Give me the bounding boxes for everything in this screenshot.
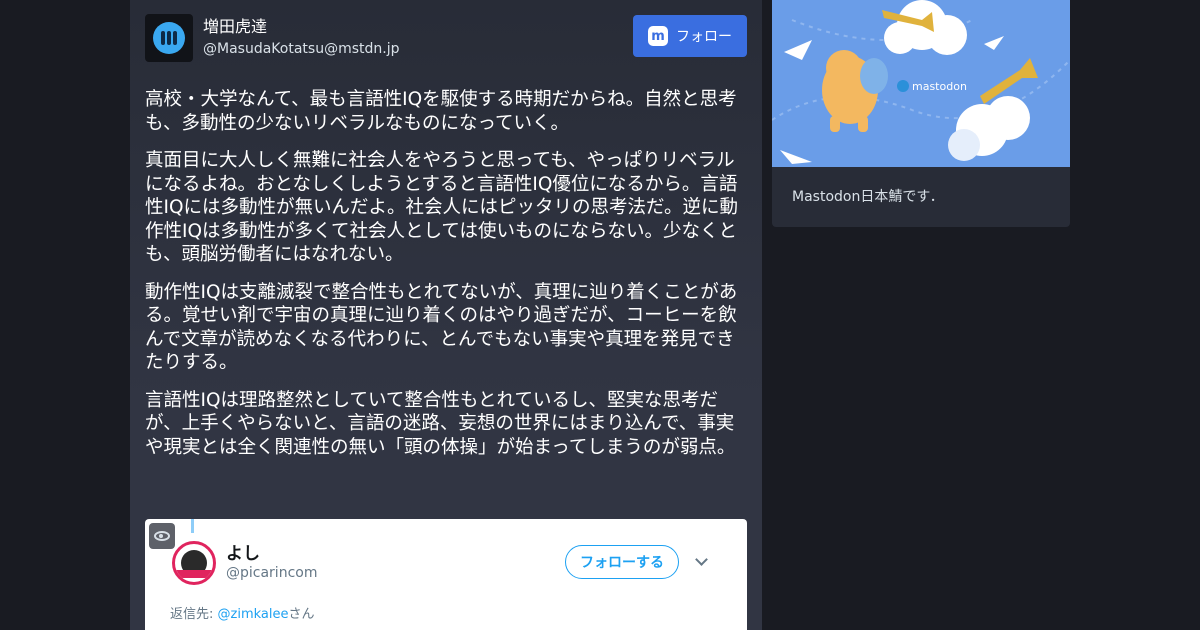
svg-text:mastodon: mastodon xyxy=(912,80,967,93)
media-attachment[interactable]: よし @picarincom フォローする 返信先: @zimkaleeさん xyxy=(145,519,747,630)
instance-card: mastodon Mastodon日本鯖です． xyxy=(772,0,1070,227)
tweet-author-name: よし xyxy=(226,544,260,564)
instance-description: Mastodon日本鯖です． xyxy=(792,189,944,205)
status-paragraph: 真面目に大人しく無難に社会人をやろうと思っても、やっぱりリベラルになるよね。おと… xyxy=(145,150,738,265)
follow-button[interactable]: m フォロー xyxy=(633,15,747,57)
mastodon-avatar-icon[interactable] xyxy=(145,14,193,62)
tweet-follow-button: フォローする xyxy=(565,545,679,579)
chevron-down-icon xyxy=(695,553,708,566)
account-names: 増田虎達 @MasudaKotatsu@mstdn.jp xyxy=(203,16,399,60)
follow-button-label: フォロー xyxy=(676,29,732,45)
account-handle: @MasudaKotatsu@mstdn.jp xyxy=(203,41,400,57)
status-paragraph: 言語性IQは理路整然としていて整合性もとれているし、堅実な思考だが、上手くやらな… xyxy=(145,389,736,458)
status-paragraph: 動作性IQは支離滅裂で整合性もとれてないが、真理に辿り着くことがある。覚せい剤で… xyxy=(145,281,738,374)
tweet-avatar xyxy=(172,541,216,585)
page: 増田虎達 @MasudaKotatsu@mstdn.jp m フォロー 高校・大… xyxy=(0,0,1200,630)
status-paragraph: 高校・大学なんて、最も言語性IQを駆使する時期だからね。自然と思考も、多動性の少… xyxy=(145,89,737,134)
media-visibility-toggle[interactable] xyxy=(149,523,175,549)
display-name[interactable]: 増田虎達 xyxy=(203,16,399,38)
reply-mention: @zimkalee xyxy=(217,607,289,622)
tweet-reply-to: 返信先: @zimkaleeさん xyxy=(170,607,315,622)
instance-hero-image: mastodon xyxy=(772,0,1070,167)
status-content: 高校・大学なんて、最も言語性IQを駆使する時期だからね。自然と思考も、多動性の少… xyxy=(145,88,747,473)
tweet-author-handle: @picarincom xyxy=(226,565,318,581)
eye-icon xyxy=(154,531,170,541)
status-card: 増田虎達 @MasudaKotatsu@mstdn.jp m フォロー 高校・大… xyxy=(130,0,762,630)
mastodon-logo-icon: m xyxy=(648,26,668,46)
account-header[interactable]: 増田虎達 @MasudaKotatsu@mstdn.jp xyxy=(145,14,399,62)
